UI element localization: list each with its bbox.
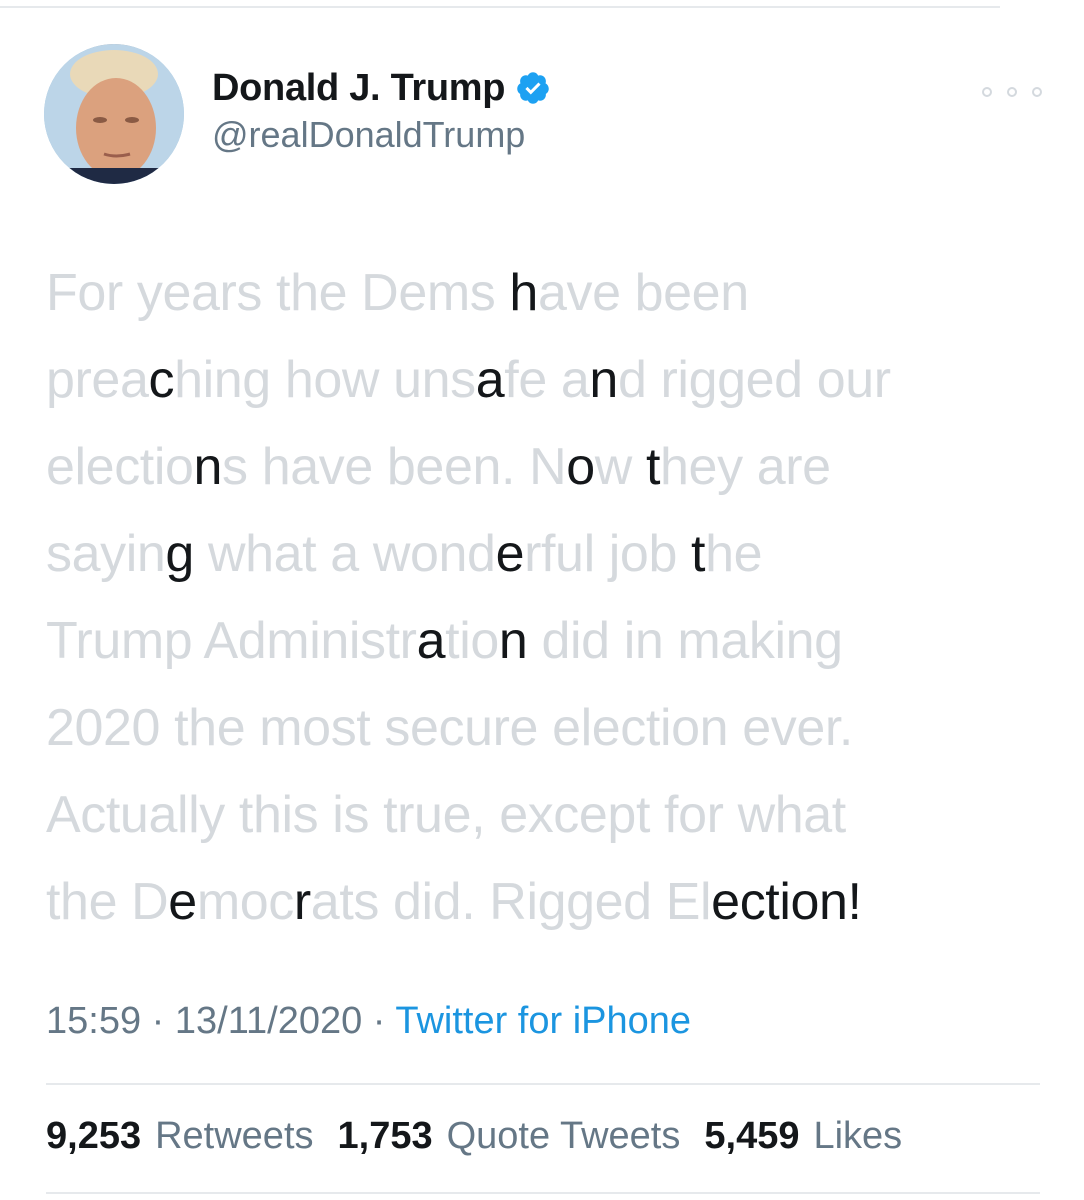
- faded-text: hey are: [660, 438, 831, 496]
- faded-text: 2020 the most secure election ever.: [46, 699, 853, 757]
- retweets-count: 9,253: [46, 1115, 142, 1157]
- top-divider: [0, 6, 1000, 8]
- tweet-line: Trump Administration did in making: [46, 598, 1036, 685]
- tweet-time[interactable]: 15:59: [46, 1000, 141, 1042]
- highlighted-text: e: [168, 873, 197, 931]
- highlighted-text: n: [498, 612, 528, 670]
- faded-text: d rigged our: [617, 351, 891, 409]
- dot: [1007, 87, 1017, 97]
- tweet-meta: 15:59 · 13/11/2020 · Twitter for iPhone: [46, 1000, 691, 1043]
- highlighted-text: h: [509, 264, 538, 322]
- display-name[interactable]: Donald J. Trump: [212, 67, 506, 110]
- quote-tweets-count: 1,753: [337, 1115, 433, 1157]
- avatar-image: [44, 44, 184, 184]
- highlighted-text: r: [293, 873, 311, 931]
- faded-text: what a wond: [193, 525, 496, 583]
- highlighted-text: n: [589, 351, 618, 409]
- quote-tweets-label: Quote Tweets: [446, 1115, 681, 1157]
- tweet-source[interactable]: Twitter for iPhone: [395, 1000, 691, 1042]
- faded-text: s have been. N: [222, 438, 567, 496]
- bottom-divider: [46, 1192, 1040, 1194]
- author-handle[interactable]: @realDonaldTrump: [212, 114, 525, 156]
- highlighted-text: a: [416, 612, 446, 670]
- tweet-line: elections have been. Now they are: [46, 424, 1036, 511]
- tweet-line: Actually this is true, except for what: [46, 772, 1036, 859]
- faded-text: w: [594, 438, 646, 496]
- quote-tweets-stat[interactable]: 1,753 Quote Tweets: [338, 1115, 681, 1158]
- highlighted-text: g: [165, 525, 194, 583]
- faded-text: For years the Dems: [46, 264, 510, 322]
- tweet-header: [44, 44, 1044, 184]
- faded-text: sayin: [46, 525, 166, 583]
- tweet-line: preaching how unsafe and rigged our: [46, 337, 1036, 424]
- highlighted-text: a: [475, 351, 505, 409]
- faded-text: did in making: [527, 612, 843, 670]
- dot: [982, 87, 992, 97]
- faded-text: moc: [196, 873, 294, 931]
- tweet-stats: 9,253 Retweets 1,753 Quote Tweets 5,459 Lik…: [46, 1115, 902, 1158]
- highlighted-text: ection!: [711, 873, 862, 931]
- faded-text: hing how uns: [174, 351, 476, 409]
- author-name-row: Donald J. Trump: [212, 66, 551, 110]
- meta-separator: ·: [362, 1000, 396, 1042]
- tweet-line: the Democrats did. Rigged Election!: [46, 859, 1036, 946]
- tweet-line: 2020 the most secure election ever.: [46, 685, 1036, 772]
- faded-text: prea: [46, 351, 149, 409]
- highlighted-text: n: [193, 438, 223, 496]
- faded-text: electio: [46, 438, 194, 496]
- likes-count: 5,459: [704, 1115, 800, 1157]
- highlighted-text: c: [148, 351, 175, 409]
- faded-text: Actually this is true, except for what: [46, 786, 846, 844]
- retweets-label: Retweets: [155, 1115, 314, 1157]
- faded-text: ats did. Rigged El: [310, 873, 712, 931]
- verified-badge-icon: [517, 72, 549, 104]
- faded-text: rful job: [524, 525, 692, 583]
- faded-text: the D: [46, 873, 169, 931]
- highlighted-text: t: [691, 525, 706, 583]
- meta-separator: ·: [141, 1000, 175, 1042]
- dot: [1032, 87, 1042, 97]
- tweet-line: For years the Dems have been: [46, 250, 1036, 337]
- faded-text: fe a: [504, 351, 590, 409]
- highlighted-text: o: [566, 438, 595, 496]
- highlighted-text: e: [495, 525, 525, 583]
- likes-label: Likes: [813, 1115, 903, 1157]
- faded-text: tio: [445, 612, 499, 670]
- stats-divider: [46, 1083, 1040, 1085]
- avatar[interactable]: [44, 44, 184, 184]
- retweets-stat[interactable]: 9,253 Retweets: [46, 1115, 314, 1158]
- more-options-icon[interactable]: [982, 80, 1042, 104]
- highlighted-text: t: [645, 438, 661, 496]
- faded-text: he: [705, 525, 763, 583]
- faded-text: ave been: [537, 264, 749, 322]
- likes-stat[interactable]: 5,459 Likes: [704, 1115, 902, 1158]
- tweet-line: saying what a wonderful job the: [46, 511, 1036, 598]
- faded-text: Trump Administr: [46, 612, 417, 670]
- tweet-text: For years the Dems have been preaching ho…: [46, 250, 1036, 946]
- tweet-date[interactable]: 13/11/2020: [175, 1000, 362, 1042]
